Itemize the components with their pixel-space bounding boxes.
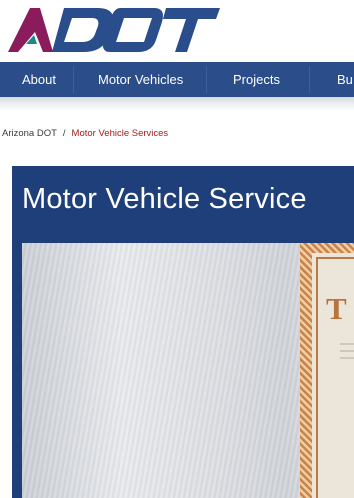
nav-item-projects[interactable]: Projects	[233, 62, 280, 97]
breadcrumb: Arizona DOT / Motor Vehicle Services	[2, 124, 168, 144]
nav-divider	[309, 66, 310, 93]
main-nav: About Motor Vehicles Projects Bu	[0, 62, 354, 97]
hero-banner: Motor Vehicle Service T	[12, 166, 354, 498]
breadcrumb-separator: /	[62, 128, 66, 139]
certificate-letter: T	[326, 291, 347, 326]
page-title: Motor Vehicle Service	[22, 183, 307, 215]
adot-logo-a	[8, 8, 53, 52]
hero-image: T	[22, 243, 354, 498]
adot-logo[interactable]	[6, 6, 220, 54]
nav-item-about[interactable]: About	[22, 62, 56, 97]
certificate-line	[340, 343, 354, 345]
breadcrumb-current: Motor Vehicle Services	[71, 128, 169, 139]
certificate-line	[340, 357, 354, 359]
nav-divider	[73, 66, 74, 93]
nav-item-motor-vehicles[interactable]: Motor Vehicles	[98, 62, 183, 97]
nav-item-business[interactable]: Bu	[337, 62, 353, 97]
nav-divider	[206, 66, 207, 93]
nav-shadow	[0, 97, 354, 111]
breadcrumb-home-link[interactable]: Arizona DOT	[2, 128, 57, 139]
site-header	[0, 0, 354, 62]
adot-logo-t	[163, 8, 220, 52]
certificate-line	[340, 350, 354, 352]
